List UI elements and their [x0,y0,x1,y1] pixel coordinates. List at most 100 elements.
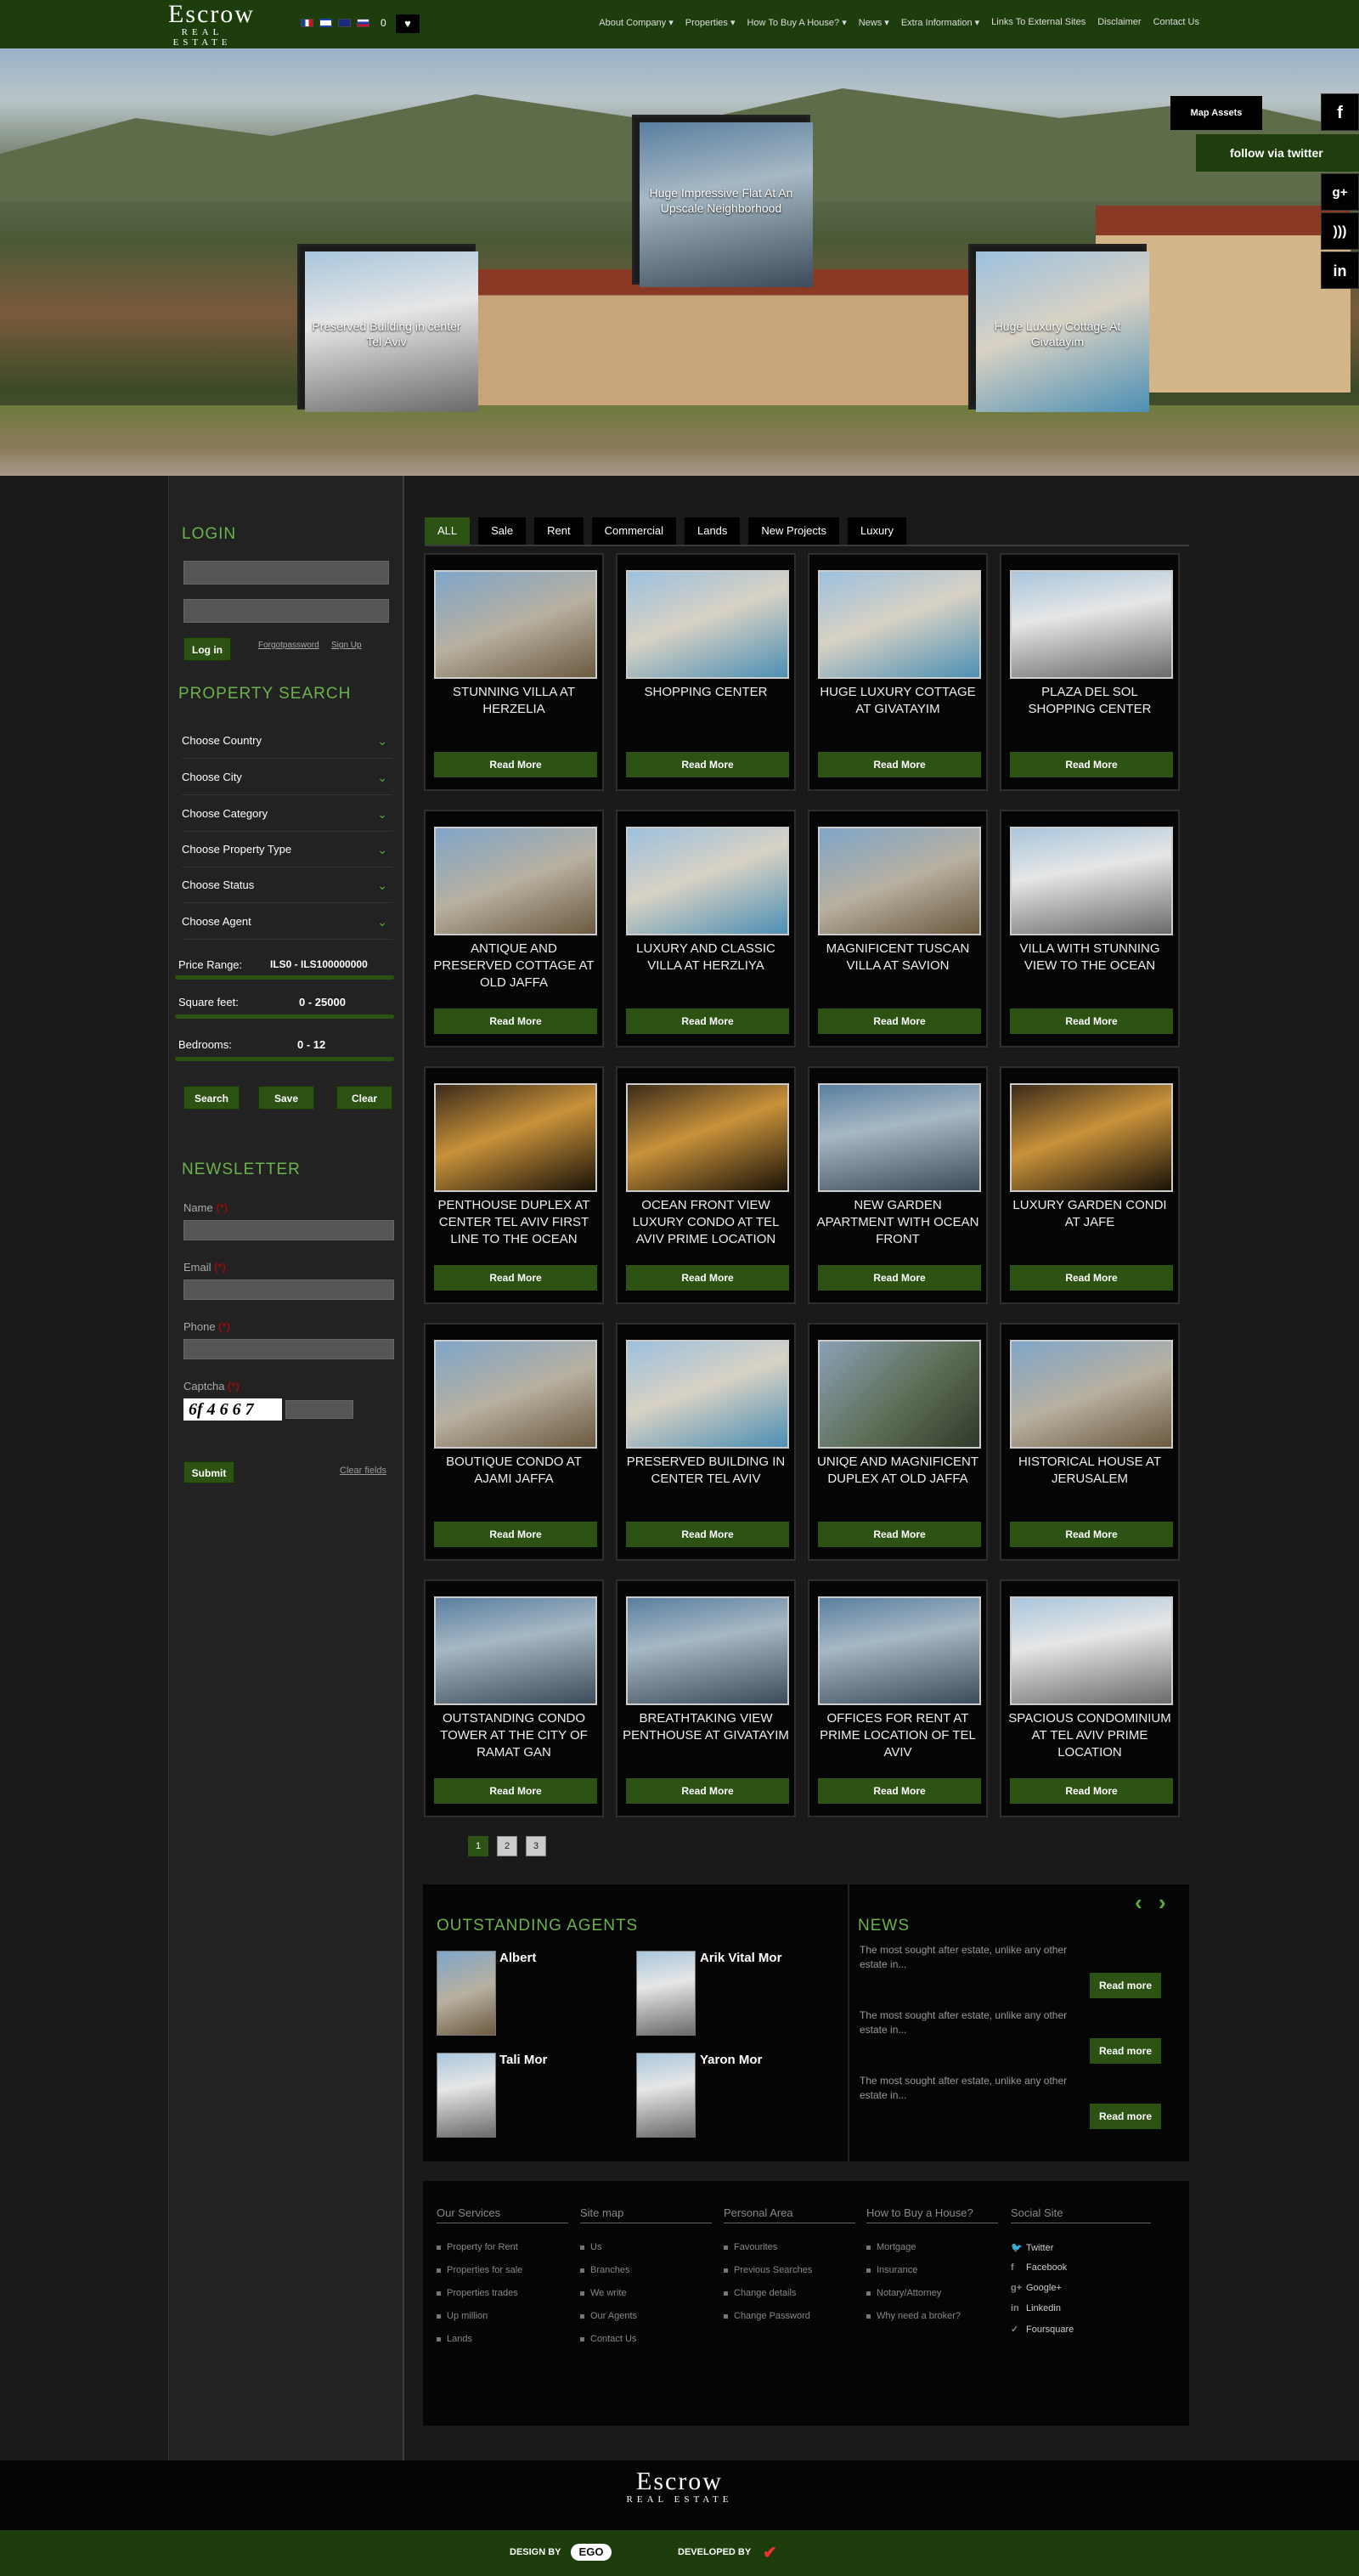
read-more-button[interactable]: Read More [818,1522,981,1547]
footer-link[interactable]: Branches [580,2265,712,2275]
read-more-button[interactable]: Read More [1010,752,1173,777]
linkedin-icon[interactable]: in [1321,251,1359,289]
property-title[interactable]: Offices For Rent At Prime Location of Te… [815,1710,981,1761]
read-more-button[interactable]: Read More [626,1778,789,1804]
page-1-button[interactable]: 1 [468,1836,488,1856]
property-image[interactable] [818,570,981,679]
read-more-button[interactable]: Read More [434,1778,597,1804]
property-title[interactable]: Outstanding Condo Tower At The City of R… [431,1710,597,1761]
property-card[interactable]: Offices For Rent At Prime Location of Te… [808,1579,988,1817]
price-slider[interactable] [175,975,394,980]
property-image[interactable] [434,570,597,679]
phone-input[interactable] [183,1339,394,1359]
nav-how-to-buy[interactable]: How To Buy A House? ▾ [747,17,846,28]
footer-link[interactable]: Our Agents [580,2311,712,2321]
read-more-button[interactable]: Read More [434,752,597,777]
read-more-button[interactable]: Read More [434,1522,597,1547]
footer-link[interactable]: Why need a broker? [866,2311,998,2321]
tab-sale[interactable]: Sale [478,517,527,545]
clear-button[interactable]: Clear [336,1086,392,1110]
property-card[interactable]: Ocean Front View Luxury Condo At Tel Avi… [616,1066,796,1304]
property-card[interactable]: Shopping Center Read More [616,553,796,791]
foursquare-link[interactable]: ✓ Foursquare [1011,2324,1151,2336]
property-card[interactable]: Huge Luxury Cottage At Givatayim Read Mor… [808,553,988,791]
hero-slide[interactable]: Preserved Building in center Tel Aviv [297,244,478,412]
map-assets-button[interactable]: Map Assets [1170,96,1262,130]
property-card[interactable]: New Garden Apartment With Ocean Front Rea… [808,1066,988,1304]
property-title[interactable]: New Garden Apartment With Ocean Front [815,1197,981,1248]
news-read-more-button[interactable]: Read more [1090,1973,1161,1998]
tab-luxury[interactable]: Luxury [847,517,907,545]
property-title[interactable]: Stunning Villa At Herzelia [431,684,597,718]
property-image[interactable] [434,1083,597,1192]
news-next-arrow-icon[interactable]: › [1159,1890,1166,1916]
footer-link[interactable]: Property for Rent [437,2242,568,2252]
facebook-icon[interactable]: f [1321,93,1359,131]
read-more-button[interactable]: Read More [626,1522,789,1547]
news-prev-arrow-icon[interactable]: ‹ [1135,1890,1142,1916]
footer-link[interactable]: Change details [724,2288,855,2298]
property-title[interactable]: Shopping Center [623,684,789,701]
property-image[interactable] [626,570,789,679]
property-title[interactable]: Antique and Preserved Cottage At Old Jaf… [431,941,597,991]
property-image[interactable] [434,1340,597,1449]
property-image[interactable] [818,1340,981,1449]
property-card[interactable]: Breathtaking View Penthouse At Givatayim… [616,1579,796,1817]
forgot-password-link[interactable]: Forgotpassword [258,641,319,650]
property-title[interactable]: Ocean Front View Luxury Condo At Tel Avi… [623,1197,789,1248]
read-more-button[interactable]: Read More [1010,1265,1173,1291]
read-more-button[interactable]: Read More [626,1265,789,1291]
property-card[interactable]: Outstanding Condo Tower At The City of R… [424,1579,604,1817]
property-card[interactable]: Boutique Condo At Ajami Jaffa Read More [424,1323,604,1561]
clear-fields-link[interactable]: Clear fields [340,1466,386,1476]
flag-fr-icon[interactable] [301,19,313,27]
property-card[interactable]: Luxury and Classic Villa At Herzliya Read… [616,810,796,1048]
property-type-select[interactable]: Choose Property Type ⌄ [182,832,392,867]
ego-logo[interactable]: EGO [571,2544,612,2561]
tab-all[interactable]: ALL [425,517,471,545]
property-title[interactable]: Spacious Condominium At Tel Aviv Prime L… [1007,1710,1173,1761]
footer-link[interactable]: Up million [437,2311,568,2321]
read-more-button[interactable]: Read More [626,752,789,777]
status-select[interactable]: Choose Status ⌄ [182,867,392,903]
username-input[interactable] [183,561,389,585]
property-title[interactable]: Huge Luxury Cottage At Givatayim [815,684,981,718]
property-image[interactable] [1010,1596,1173,1705]
tab-new-projects[interactable]: New Projects [748,517,839,545]
nav-external-links[interactable]: Links To External Sites [991,17,1086,28]
footer-link[interactable]: Properties trades [437,2288,568,2298]
read-more-button[interactable]: Read More [626,1008,789,1034]
nav-news[interactable]: News ▾ [859,17,889,28]
favourites-heart-icon[interactable]: ♥ [396,14,420,33]
footer-link[interactable]: Mortgage [866,2242,998,2252]
linkedin-link[interactable]: in Linkedin [1011,2303,1151,2315]
property-title[interactable]: Breathtaking View Penthouse At Givatayim [623,1710,789,1744]
twitter-link[interactable]: 🐦 Twitter [1011,2242,1151,2254]
property-card[interactable]: Uniqe and Magnificent Duplex At Old Jaff… [808,1323,988,1561]
property-card[interactable]: Historical House At Jerusalem Read More [1000,1323,1180,1561]
read-more-button[interactable]: Read More [818,1778,981,1804]
property-title[interactable]: Uniqe and Magnificent Duplex At Old Jaff… [815,1454,981,1488]
property-title[interactable]: Luxury Garden Condi At Jafe [1007,1197,1173,1231]
flag-uk-icon[interactable] [338,19,351,27]
property-card[interactable]: Plaza Del Sol Shopping Center Read More [1000,553,1180,791]
page-3-button[interactable]: 3 [526,1836,546,1856]
footer-logo[interactable]: Escrow REAL ESTATE [599,2469,760,2505]
search-button[interactable]: Search [183,1086,240,1110]
property-title[interactable]: Plaza Del Sol Shopping Center [1007,684,1173,718]
footer-link[interactable]: Lands [437,2334,568,2344]
property-image[interactable] [626,1596,789,1705]
read-more-button[interactable]: Read More [1010,1778,1173,1804]
read-more-button[interactable]: Read More [434,1008,597,1034]
agent-select[interactable]: Choose Agent ⌄ [182,904,392,940]
property-title[interactable]: Villa With Stunning View To The Ocean [1007,941,1173,974]
nav-properties[interactable]: Properties ▾ [685,17,736,28]
property-image[interactable] [818,827,981,935]
read-more-button[interactable]: Read More [1010,1008,1173,1034]
facebook-link[interactable]: f Facebook [1011,2262,1151,2274]
follow-twitter-button[interactable]: follow via twitter [1196,134,1359,172]
agent-name[interactable]: Yaron Mor [700,2053,762,2067]
email-input[interactable] [183,1280,394,1300]
property-card[interactable]: Penthouse Duplex At Center Tel Aviv Firs… [424,1066,604,1304]
submit-button[interactable]: Submit [183,1461,234,1483]
